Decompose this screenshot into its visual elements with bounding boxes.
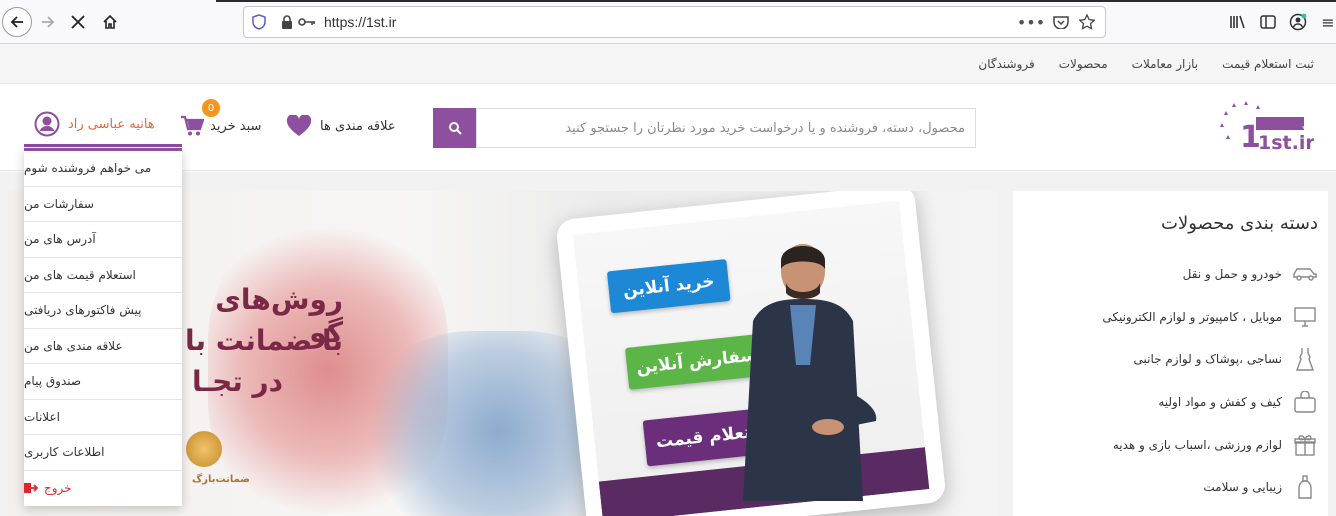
url-text[interactable]: https://1st.ir: [324, 14, 396, 30]
user-icon: [34, 111, 60, 137]
category-label: کیف و کفش و مواد اولیه: [1158, 395, 1282, 410]
cart-label: سبد خرید: [210, 118, 262, 134]
wishlist-label: علاقه مندی ها: [320, 118, 396, 134]
library-icon[interactable]: [1228, 12, 1248, 32]
menu-item-notifications[interactable]: اعلانات: [24, 400, 182, 435]
logout-icon: [24, 483, 38, 494]
url-bar[interactable]: https://1st.ir •••: [243, 6, 1106, 38]
gift-icon: [1292, 433, 1318, 457]
cart-button[interactable]: 0 سبد خرید: [180, 99, 262, 141]
home-icon: [103, 14, 117, 29]
link-trade-market[interactable]: بازار معاملات: [1132, 57, 1199, 71]
category-item[interactable]: موبایل ، کامپیوتر و لوازم الکترونیکی: [1013, 296, 1328, 339]
site-logo[interactable]: 1 تجارت اول 1st.ir: [1218, 99, 1336, 155]
wishlist-button[interactable]: علاقه مندی ها: [286, 111, 396, 141]
banner-headline-3: در تجـا: [191, 365, 283, 398]
menu-item-my-orders[interactable]: سفارشات من: [24, 187, 182, 222]
menu-item-become-seller[interactable]: می خواهم فروشنده شوم: [24, 151, 182, 187]
user-menu-underline: [24, 144, 182, 147]
guarantee-text: ضمانت‌بازگ: [192, 474, 250, 485]
menu-item-inbox[interactable]: صندوق پیام: [24, 364, 182, 400]
bag-icon: [1292, 390, 1318, 414]
bottle-icon: [1292, 475, 1318, 499]
category-label: خودرو و حمل و نقل: [1182, 267, 1282, 282]
categories-panel: دسته بندی محصولات خودرو و حمل و نقل موبا…: [1013, 191, 1328, 516]
lock-icon[interactable]: [278, 13, 296, 31]
link-price-inquiry[interactable]: ثبت استعلام قیمت: [1222, 57, 1314, 71]
search-icon: [448, 122, 462, 135]
menu-item-received-invoices[interactable]: پیش فاکتورهای دریافتی: [24, 293, 182, 329]
tab-strip-line: [216, 0, 1336, 2]
category-item[interactable]: زیبایی و سلامت: [1013, 466, 1328, 509]
category-label: نساجی ،پوشاک و لوازم جانبی: [1133, 352, 1283, 367]
arrow-right-icon: [42, 16, 55, 28]
menu-item-my-price-inquiries[interactable]: استعلام قیمت های من: [24, 258, 182, 293]
user-menu-toggle[interactable]: هانیه عباسی راد: [34, 109, 155, 139]
more-options-icon[interactable]: •••: [1017, 13, 1045, 32]
tag-buy-online: خرید آنلاین: [606, 259, 731, 314]
menu-icon[interactable]: ≡: [1318, 12, 1336, 32]
categories-title: دسته بندی محصولات: [1161, 213, 1318, 234]
dress-icon: [1292, 347, 1318, 372]
search-box: [476, 108, 976, 148]
logout-label: خروج: [44, 481, 72, 496]
arrow-left-icon: [10, 16, 23, 28]
search-input[interactable]: [477, 109, 975, 147]
home-button[interactable]: [96, 8, 124, 36]
category-item[interactable]: کیف و کفش و مواد اولیه: [1013, 381, 1328, 424]
link-products[interactable]: محصولات: [1059, 57, 1108, 71]
category-label: زیبایی و سلامت: [1203, 480, 1282, 495]
shield-icon[interactable]: [250, 13, 268, 31]
site-header: 1 تجارت اول 1st.ir علاقه مندی ها 0 سبد خ…: [0, 85, 1336, 171]
svg-text:تجارت اول: تجارت اول: [1302, 121, 1314, 131]
menu-item-my-wishlist[interactable]: علاقه مندی های من: [24, 329, 182, 364]
user-dropdown-menu: می خواهم فروشنده شوم سفارشات من آدرس های…: [24, 148, 182, 506]
site-top-nav: ثبت استعلام قیمت بازار معاملات محصولات ف…: [0, 44, 1336, 84]
forward-button[interactable]: [34, 8, 62, 36]
category-label: لوازم ورزشی ،اسباب بازی و هدیه: [1112, 437, 1282, 452]
monitor-icon: [1292, 305, 1318, 329]
man-illustration: [743, 244, 877, 501]
cart-count-badge: 0: [202, 99, 220, 117]
menu-item-user-info[interactable]: اطلاعات کاربری: [24, 435, 182, 471]
svg-text:1st.ir: 1st.ir: [1258, 132, 1314, 154]
pocket-icon[interactable]: [1052, 13, 1070, 31]
category-item[interactable]: خودرو و حمل و نقل: [1013, 253, 1328, 296]
user-name: هانیه عباسی راد: [68, 116, 155, 132]
car-icon: [1292, 262, 1318, 286]
browser-toolbar: https://1st.ir ••• ≡: [0, 0, 1336, 44]
back-button[interactable]: [2, 7, 32, 37]
banner-headline-2: با ضمانت با: [184, 324, 343, 357]
guarantee-seal-icon: [186, 431, 222, 467]
search-button[interactable]: [433, 108, 476, 148]
link-sellers[interactable]: فروشندگان: [978, 57, 1034, 71]
category-label: موبایل ، کامپیوتر و لوازم الکترونیکی: [1102, 309, 1282, 324]
star-icon[interactable]: [1078, 13, 1096, 31]
category-item[interactable]: نساجی ،پوشاک و لوازم جانبی: [1013, 338, 1328, 381]
key-icon[interactable]: [298, 13, 316, 31]
cart-icon: [181, 115, 204, 136]
categories-list: خودرو و حمل و نقل موبایل ، کامپیوتر و لو…: [1013, 253, 1328, 509]
category-item[interactable]: لوازم ورزشی ،اسباب بازی و هدیه: [1013, 423, 1328, 466]
top-links: ثبت استعلام قیمت بازار معاملات محصولات ف…: [978, 57, 1314, 71]
menu-item-my-addresses[interactable]: آدرس های من: [24, 222, 182, 258]
heart-icon: [286, 115, 312, 136]
menu-item-logout[interactable]: خروج: [24, 471, 182, 507]
close-icon: [71, 15, 85, 29]
sidebar-icon[interactable]: [1258, 12, 1278, 32]
account-icon[interactable]: [1288, 12, 1308, 32]
stop-button[interactable]: [64, 8, 92, 36]
